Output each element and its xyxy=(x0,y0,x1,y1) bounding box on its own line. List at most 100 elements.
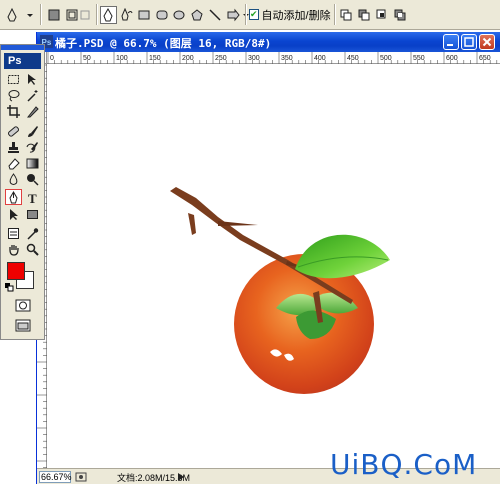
shape-layers-button[interactable] xyxy=(45,6,63,24)
checkbox-checked-icon: ✔ xyxy=(249,9,259,20)
brush-tool[interactable] xyxy=(24,123,41,139)
ruler-label: 450 xyxy=(347,55,359,62)
brush-icon xyxy=(28,125,38,137)
freeform-pen-button[interactable] xyxy=(118,6,135,24)
photoshop-logo[interactable]: Ps xyxy=(4,53,41,69)
toolbox-title-bar[interactable] xyxy=(1,45,44,50)
pen-icon xyxy=(103,7,113,21)
lasso-tool[interactable] xyxy=(5,87,22,103)
close-icon xyxy=(482,37,492,47)
subtract-path-area-button[interactable] xyxy=(356,6,372,24)
rectangle-shape-button[interactable] xyxy=(135,6,152,24)
path-selection-icon xyxy=(10,208,18,220)
hand-tool[interactable] xyxy=(5,241,22,257)
history-brush-tool[interactable] xyxy=(24,139,41,155)
add-to-path-area-button[interactable] xyxy=(338,6,354,24)
fill-pixels-icon xyxy=(80,10,90,19)
quick-mask-mode-button[interactable] xyxy=(13,297,33,313)
subtract-area-icon xyxy=(358,9,370,20)
slice-tool[interactable] xyxy=(24,103,41,119)
auto-add-delete-toggle[interactable]: ✔ 自动添加/删除 xyxy=(249,5,331,24)
intersect-area-icon xyxy=(376,9,386,18)
eraser-tool[interactable] xyxy=(5,155,22,171)
line-button[interactable] xyxy=(206,6,223,24)
marquee-tool[interactable] xyxy=(5,71,22,87)
document-title-bar[interactable]: Ps 橘子.PSD @ 66.7% (图层 16, RGB/8#) xyxy=(37,32,500,52)
freeform-pen-icon xyxy=(121,7,133,20)
pen-tool-button[interactable] xyxy=(100,5,117,24)
hand-icon xyxy=(9,244,19,256)
zoom-tool[interactable] xyxy=(24,241,41,257)
status-menu-arrow-icon[interactable] xyxy=(177,472,185,482)
zoom-level-field[interactable]: 66.67% xyxy=(39,471,72,483)
crop-icon xyxy=(7,104,20,118)
intersect-path-area-button[interactable] xyxy=(374,6,390,24)
gradient-tool[interactable] xyxy=(24,155,41,171)
ruler-label: 600 xyxy=(446,55,458,62)
clone-stamp-tool[interactable] xyxy=(5,139,22,155)
dodge-tool[interactable] xyxy=(24,171,41,187)
rectangle-icon xyxy=(27,209,38,219)
move-tool[interactable] xyxy=(24,71,41,87)
exclude-overlap-icon xyxy=(394,9,406,20)
ruler-label: 150 xyxy=(149,55,161,62)
ruler-label: 200 xyxy=(182,55,194,62)
path-selection-tool[interactable] xyxy=(5,206,22,222)
blur-tool[interactable] xyxy=(5,171,22,187)
type-tool[interactable]: T xyxy=(24,189,41,205)
polygon-icon xyxy=(191,8,203,20)
horizontal-ruler[interactable]: 0501001502002503003504004505005506006507… xyxy=(47,52,500,64)
marquee-icon xyxy=(8,74,19,84)
rounded-rectangle-icon xyxy=(156,10,168,19)
rectangle-tool[interactable] xyxy=(24,206,41,222)
default-colors-icon[interactable] xyxy=(5,283,14,292)
move-icon xyxy=(28,73,36,85)
svg-text:T: T xyxy=(28,191,37,204)
type-icon: T xyxy=(28,191,37,204)
add-area-icon xyxy=(340,9,352,20)
maximize-icon xyxy=(464,37,474,47)
ruler-label: 0 xyxy=(50,55,54,62)
ruler-label: 400 xyxy=(314,55,326,62)
eraser-icon xyxy=(8,157,20,169)
exclude-overlap-button[interactable] xyxy=(392,6,408,24)
site-watermark: UiBQ.CoM xyxy=(330,448,478,481)
ruler-label: 250 xyxy=(215,55,227,62)
document-window: Ps 橘子.PSD @ 66.7% (图层 16, RGB/8#) 0 50 100… xyxy=(36,32,500,484)
crop-tool[interactable] xyxy=(5,103,22,119)
notes-tool[interactable] xyxy=(5,225,22,241)
pen-icon xyxy=(7,7,33,21)
magnifier-icon xyxy=(26,243,39,256)
image-canvas[interactable] xyxy=(48,65,500,468)
horizontal-ruler-ticks: 0501001502002503003504004505005506006507… xyxy=(47,52,498,64)
pen-tool[interactable] xyxy=(5,189,22,205)
minimize-button[interactable] xyxy=(443,34,459,50)
ruler-label: 650 xyxy=(479,55,491,62)
magic-wand-tool[interactable] xyxy=(24,87,41,103)
shape-layers-icon xyxy=(48,9,60,20)
history-brush-icon xyxy=(26,141,38,153)
stem-twig-2 xyxy=(218,221,258,226)
foreground-color-swatch[interactable] xyxy=(7,262,25,280)
stamp-icon xyxy=(8,141,19,153)
healing-brush-tool[interactable] xyxy=(5,123,22,139)
eyedropper-tool[interactable] xyxy=(24,225,41,241)
toolbox: Ps T xyxy=(0,44,45,340)
rounded-rectangle-button[interactable] xyxy=(153,6,170,24)
tool-preset-picker[interactable] xyxy=(4,5,34,24)
ruler-label: 50 xyxy=(83,55,91,62)
magic-wand-icon xyxy=(27,89,38,102)
screen-mode-button[interactable] xyxy=(13,317,33,333)
polygon-button[interactable] xyxy=(189,6,206,24)
fill-pixels-button[interactable] xyxy=(76,6,94,24)
navigator-icon[interactable] xyxy=(75,471,87,483)
quick-mask-icon xyxy=(15,299,31,311)
close-button[interactable] xyxy=(479,34,495,50)
ellipse-icon xyxy=(173,10,185,19)
ellipse-button[interactable] xyxy=(171,6,188,24)
pen-icon xyxy=(9,190,18,203)
dodge-icon xyxy=(27,173,39,186)
maximize-button[interactable] xyxy=(461,34,477,50)
leaf xyxy=(295,234,390,279)
options-bar: ✔ 自动添加/删除 xyxy=(0,0,500,30)
